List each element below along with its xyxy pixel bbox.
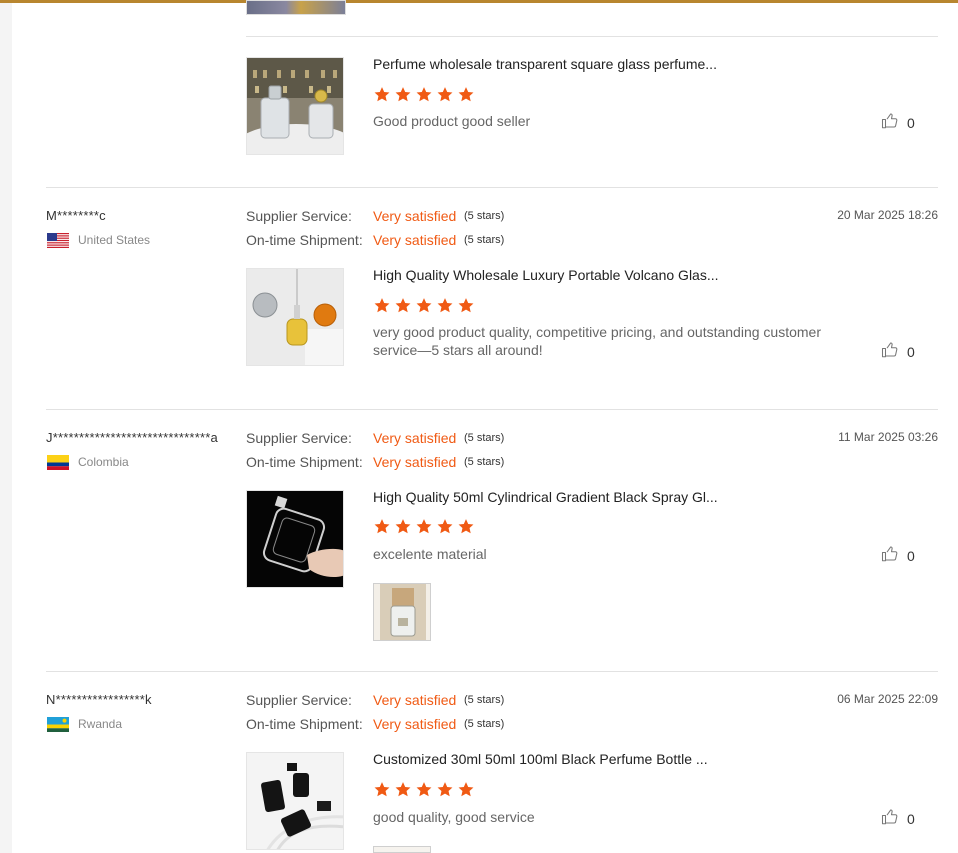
ontime-shipment-stars: (5 stars) [464, 234, 505, 246]
reviewer-name: J******************************a [46, 430, 218, 445]
like-count: 0 [907, 547, 915, 564]
review-photo[interactable] [373, 583, 431, 641]
product-title[interactable]: High Quality Wholesale Luxury Portable V… [373, 267, 719, 283]
star-icon [394, 781, 412, 803]
review-date: 11 Mar 2025 03:26 [838, 430, 938, 444]
review-date: 06 Mar 2025 22:09 [837, 692, 938, 706]
product-title[interactable]: Customized 30ml 50ml 100ml Black Perfume… [373, 751, 708, 767]
ontime-shipment-stars: (5 stars) [464, 718, 505, 730]
supplier-service-value: Very satisfied [373, 692, 457, 708]
separator [46, 671, 938, 672]
like-count: 0 [907, 114, 915, 131]
star-icon [415, 518, 433, 540]
us-flag-icon [47, 233, 69, 248]
rating-stars [373, 518, 475, 540]
supplier-service-label: Supplier Service: [246, 430, 352, 446]
separator [246, 36, 938, 37]
separator [46, 409, 938, 410]
review-comment: Good product good seller [373, 113, 531, 129]
reviewer-name: M********c [46, 208, 106, 223]
supplier-service-value: Very satisfied [373, 208, 457, 224]
product-title[interactable]: Perfume wholesale transparent square gla… [373, 56, 717, 72]
rating-stars [373, 781, 475, 803]
star-icon [373, 518, 391, 540]
star-icon [415, 86, 433, 108]
thumbs-up-icon [881, 341, 899, 362]
star-icon [394, 297, 412, 319]
product-thumbnail[interactable] [246, 490, 344, 588]
ontime-shipment-label: On-time Shipment: [246, 232, 363, 248]
like-button[interactable]: 0 [881, 341, 915, 362]
review-comment: very good product quality, competitive p… [373, 324, 821, 358]
separator [46, 187, 938, 188]
ontime-shipment-value: Very satisfied [373, 454, 457, 470]
product-thumbnail[interactable] [246, 752, 344, 850]
supplier-service-stars: (5 stars) [464, 210, 505, 222]
rating-stars [373, 297, 475, 319]
supplier-service-stars: (5 stars) [464, 694, 505, 706]
previous-review-image[interactable] [246, 0, 346, 15]
reviewer-name: N*****************k [46, 692, 152, 707]
ontime-shipment-label: On-time Shipment: [246, 716, 363, 732]
star-icon [373, 781, 391, 803]
ontime-shipment-stars: (5 stars) [464, 456, 505, 468]
thumbs-up-icon [881, 808, 899, 829]
ontime-shipment-value: Very satisfied [373, 232, 457, 248]
reviewer-country: Colombia [78, 455, 129, 469]
star-icon [415, 781, 433, 803]
product-thumbnail[interactable] [246, 57, 344, 155]
star-icon [436, 518, 454, 540]
star-icon [373, 297, 391, 319]
top-accent-border [0, 0, 958, 3]
star-icon [457, 86, 475, 108]
star-icon [436, 297, 454, 319]
reviewer-country: Rwanda [78, 717, 123, 731]
like-button[interactable]: 0 [881, 808, 915, 829]
star-icon [373, 86, 391, 108]
star-icon [394, 518, 412, 540]
review-comment: good quality, good service [373, 809, 535, 825]
supplier-service-value: Very satisfied [373, 430, 457, 446]
star-icon [415, 297, 433, 319]
supplier-service-label: Supplier Service: [246, 692, 352, 708]
supplier-service-stars: (5 stars) [464, 432, 505, 444]
star-icon [457, 297, 475, 319]
ontime-shipment-value: Very satisfied [373, 716, 457, 732]
ontime-shipment-label: On-time Shipment: [246, 454, 363, 470]
like-button[interactable]: 0 [881, 112, 915, 133]
left-page-gutter [0, 3, 12, 853]
star-icon [457, 781, 475, 803]
supplier-service-label: Supplier Service: [246, 208, 352, 224]
rwanda-flag-icon [47, 717, 69, 732]
review-comment: excelente material [373, 546, 487, 562]
star-icon [436, 781, 454, 803]
like-count: 0 [907, 810, 915, 827]
like-count: 0 [907, 343, 915, 360]
star-icon [394, 86, 412, 108]
star-icon [436, 86, 454, 108]
colombia-flag-icon [47, 455, 69, 470]
product-title[interactable]: High Quality 50ml Cylindrical Gradient B… [373, 489, 718, 505]
thumbs-up-icon [881, 112, 899, 133]
rating-stars [373, 86, 475, 108]
like-button[interactable]: 0 [881, 545, 915, 566]
thumbs-up-icon [881, 545, 899, 566]
star-icon [457, 518, 475, 540]
reviewer-country: United States [78, 233, 151, 247]
product-thumbnail[interactable] [246, 268, 344, 366]
review-photo[interactable] [373, 846, 431, 853]
review-date: 20 Mar 2025 18:26 [837, 208, 938, 222]
